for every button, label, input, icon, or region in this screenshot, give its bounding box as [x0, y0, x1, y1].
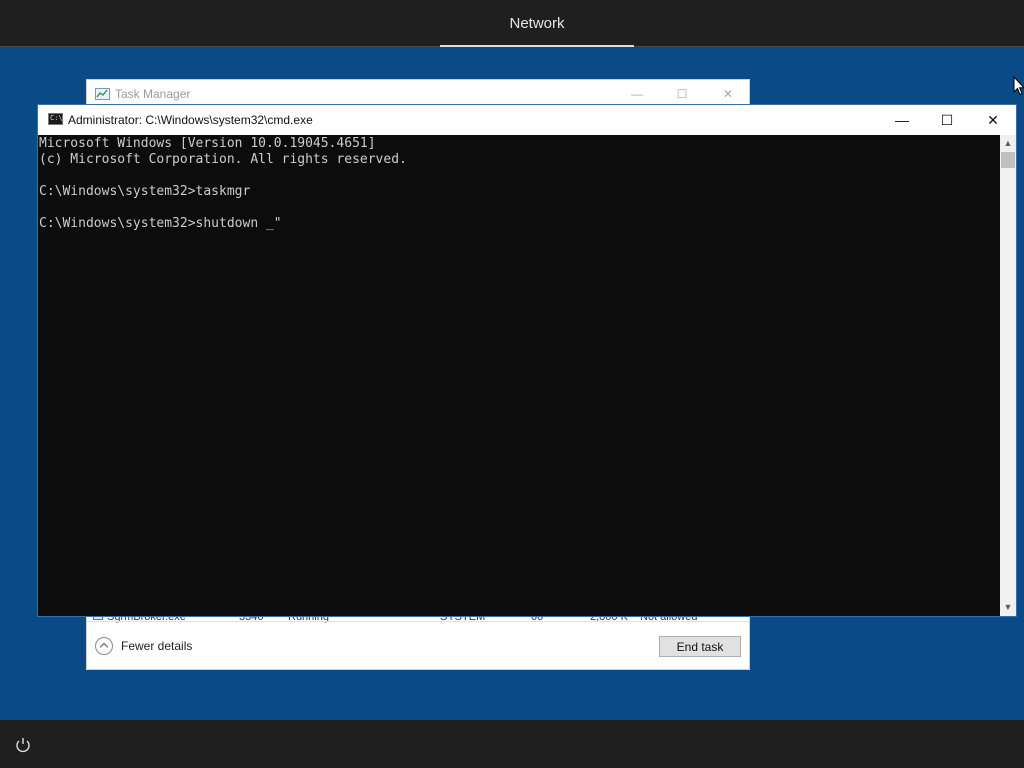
scroll-up-arrow-icon[interactable]: ▲	[1000, 135, 1016, 152]
task-manager-minimize-button[interactable]: —	[622, 83, 652, 105]
console-line: (c) Microsoft Corporation. All rights re…	[39, 152, 407, 167]
scroll-thumb[interactable]	[1001, 152, 1015, 168]
power-icon[interactable]	[14, 736, 32, 754]
vertical-scrollbar[interactable]: ▲ ▼	[1000, 135, 1016, 616]
end-task-button[interactable]: End task	[659, 636, 741, 657]
cmd-close-button[interactable]: ✕	[970, 105, 1016, 135]
cmd-title: Administrator: C:\Windows\system32\cmd.e…	[68, 113, 313, 127]
mouse-pointer-icon	[1013, 76, 1024, 96]
cmd-window: Administrator: C:\Windows\system32\cmd.e…	[38, 105, 1016, 616]
task-manager-maximize-button[interactable]: ☐	[667, 83, 697, 105]
network-tab-label: Network	[509, 15, 565, 32]
console-line: C:\Windows\system32>taskmgr	[39, 184, 251, 199]
cmd-titlebar[interactable]: Administrator: C:\Windows\system32\cmd.e…	[38, 105, 1016, 135]
bottom-bar	[0, 720, 1024, 768]
task-manager-icon	[95, 88, 110, 100]
command-prompt-icon	[48, 113, 63, 125]
task-manager-title: Task Manager	[115, 87, 191, 101]
cmd-minimize-button[interactable]: —	[879, 105, 925, 135]
task-manager-titlebar[interactable]: Task Manager — ☐ ✕	[87, 80, 749, 108]
console-line: Microsoft Windows [Version 10.0.19045.46…	[39, 136, 376, 151]
console-output[interactable]: Microsoft Windows [Version 10.0.19045.46…	[38, 135, 1000, 616]
console-input-line[interactable]: C:\Windows\system32>shutdown _"	[39, 216, 282, 231]
tab-underline	[440, 45, 634, 47]
task-manager-close-button[interactable]: ✕	[713, 83, 743, 105]
fewer-details-label: Fewer details	[121, 639, 193, 653]
top-bar: Network	[0, 0, 1024, 47]
cmd-maximize-button[interactable]: ☐	[924, 105, 970, 135]
chevron-up-icon	[95, 637, 113, 655]
task-manager-footer: Fewer details End task	[87, 621, 749, 670]
scroll-down-arrow-icon[interactable]: ▼	[1000, 599, 1016, 616]
network-tab[interactable]: Network	[440, 0, 634, 47]
